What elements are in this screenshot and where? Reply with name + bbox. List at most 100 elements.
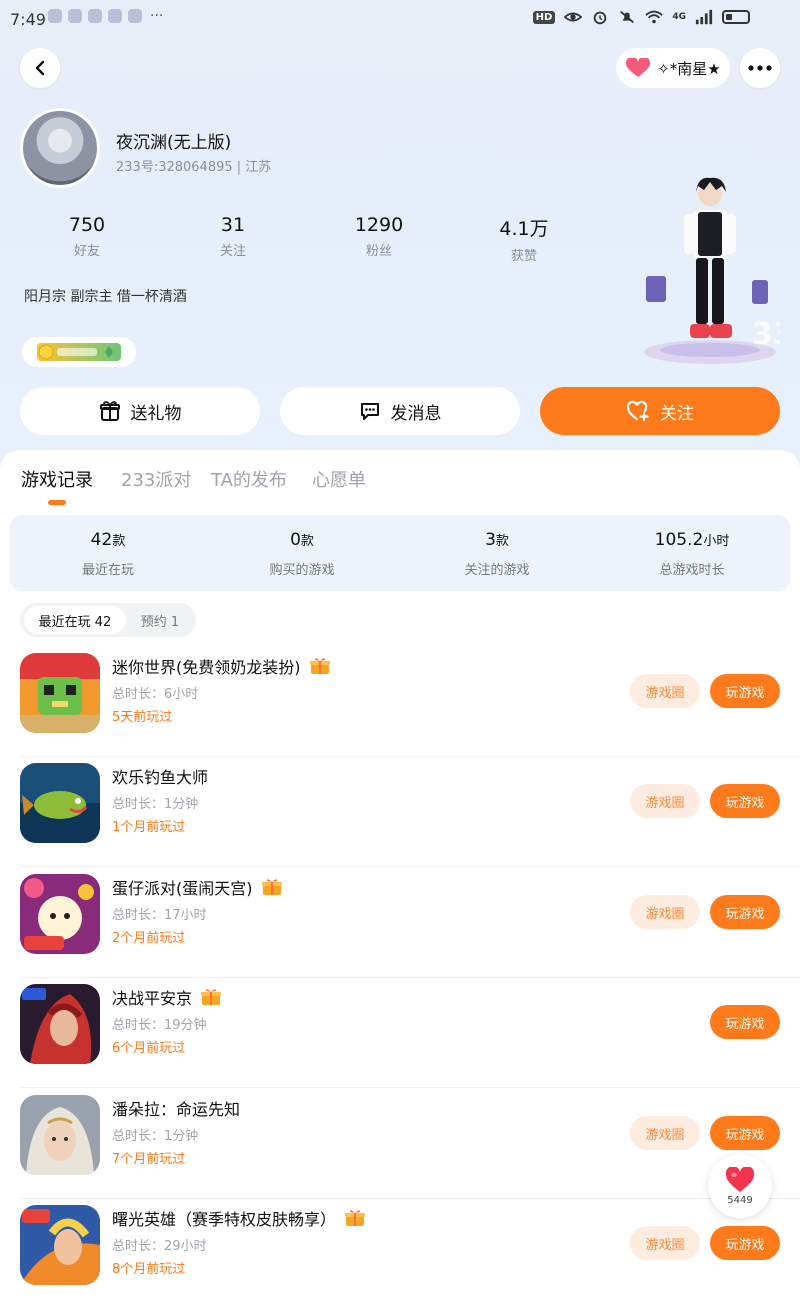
avatar-character-image: 33 (644, 177, 780, 364)
game-circle-button[interactable]: 游戏圈 (630, 674, 700, 708)
stat-label: 获赞 (510, 249, 537, 264)
summary-value: 105.2 (654, 530, 704, 550)
alarm-icon (594, 11, 607, 25)
stat-value: 1290 (354, 214, 404, 236)
game-list-item[interactable]: 决战平安京 总时长：19分钟 6个月前玩过 玩游戏 (0, 978, 800, 1088)
summary-label: 最近在玩 (81, 563, 134, 578)
summary-value: 3 (485, 530, 496, 550)
summary-label: 购买的游戏 (269, 563, 335, 578)
bio: 阳月宗 副宗主 借一杯清酒 (24, 289, 187, 305)
game-list-item[interactable]: 潘朵拉：命运先知 总时长：1分钟 7个月前玩过 游戏圈 玩游戏 (0, 1089, 800, 1199)
chat-icon (360, 403, 379, 420)
stat-label: 好友 (73, 244, 100, 259)
game-duration: 总时长：19分钟 (112, 1018, 207, 1033)
play-game-button[interactable]: 玩游戏 (710, 1226, 780, 1260)
play-game-button[interactable]: 玩游戏 (710, 1005, 780, 1039)
summary-playtime[interactable]: 105.2小时 总游戏时长 (602, 530, 782, 578)
tab-ta-posts[interactable]: TA的发布 (211, 466, 287, 492)
badge-icon (37, 343, 121, 361)
status-time: 7:49 (10, 10, 46, 29)
like-count: 5449 (727, 1194, 753, 1206)
game-name-row: 曙光英雄（赛季特权皮肤畅享） (112, 1206, 366, 1230)
achievement-badge[interactable] (22, 337, 136, 367)
stat-value: 750 (68, 214, 106, 236)
stat-following[interactable]: 31 关注 (188, 214, 278, 259)
summary-unit: 款 (300, 534, 314, 549)
filter-recent-playing[interactable]: 最近在玩 42 (24, 606, 126, 634)
game-circle-button[interactable]: 游戏圈 (630, 895, 700, 929)
game-duration: 总时长：1分钟 (112, 1129, 199, 1144)
hd-icon: HD (532, 10, 556, 24)
game-list-item[interactable]: 曙光英雄（赛季特权皮肤畅享） 总时长：29小时 8个月前玩过 游戏圈 玩游戏 (0, 1199, 800, 1309)
game-name-row: 潘朵拉：命运先知 (112, 1096, 240, 1120)
tab-indicator (48, 500, 66, 505)
game-icon-dawn-heroes (20, 1205, 100, 1285)
game-list-item[interactable]: 蛋仔派对(蛋闹天宫) 总时长：17小时 2个月前玩过 游戏圈 玩游戏 (0, 868, 800, 978)
status-bar: 7:49 ··· HD 4G (0, 0, 800, 40)
back-button[interactable] (20, 48, 60, 88)
divider (20, 866, 800, 867)
signal-icon (695, 9, 713, 25)
send-gift-label: 送礼物 (130, 403, 182, 424)
play-game-button[interactable]: 玩游戏 (710, 784, 780, 818)
eye-icon (564, 12, 583, 22)
game-name: 曙光英雄（赛季特权皮肤畅享） (112, 1210, 337, 1229)
send-gift-button[interactable]: 送礼物 (20, 387, 260, 435)
more-dots-icon (748, 65, 772, 71)
stat-label: 粉丝 (365, 244, 392, 259)
game-list-item[interactable]: 迷你世界(免费领奶龙装扮) 总时长：6小时 5天前玩过 游戏圈 玩游戏 (0, 647, 800, 757)
tab-233-party[interactable]: 233派对 (121, 466, 191, 492)
filter-reserved[interactable]: 预约 1 (130, 606, 190, 634)
floating-like-button[interactable]: 5449 (708, 1154, 772, 1218)
system-icons: HD 4G (532, 9, 750, 25)
summary-unit: 款 (495, 534, 509, 549)
game-icon-pandora (20, 1095, 100, 1175)
summary-followed[interactable]: 3款 关注的游戏 (407, 530, 587, 578)
gift-badge-icon (201, 989, 222, 1005)
game-last-played: 2个月前玩过 (112, 931, 186, 946)
avatar[interactable] (20, 108, 100, 188)
game-circle-button[interactable]: 游戏圈 (630, 1226, 700, 1260)
notification-icon (88, 9, 102, 23)
game-name: 决战平安京 (112, 989, 193, 1008)
game-name-row: 决战平安京 (112, 985, 222, 1009)
play-game-button[interactable]: 玩游戏 (710, 674, 780, 708)
mute-icon (620, 10, 635, 24)
network-type: 4G (672, 12, 686, 22)
game-duration: 总时长：1分钟 (112, 797, 199, 812)
play-game-button[interactable]: 玩游戏 (710, 1116, 780, 1150)
tab-wishlist[interactable]: 心愿单 (312, 466, 366, 492)
tab-game-records[interactable]: 游戏记录 (21, 466, 93, 492)
stat-fans[interactable]: 1290 粉丝 (334, 214, 424, 259)
game-list-item[interactable]: 欢乐钓鱼大师 总时长：1分钟 1个月前玩过 游戏圈 玩游戏 (0, 757, 800, 867)
gift-badge-icon (309, 658, 330, 674)
game-last-played: 5天前玩过 (112, 710, 173, 725)
stat-label: 关注 (219, 244, 246, 259)
game-last-played: 1个月前玩过 (112, 820, 186, 835)
more-button[interactable] (740, 48, 780, 88)
send-message-button[interactable]: 发消息 (280, 387, 520, 435)
game-circle-button[interactable]: 游戏圈 (630, 1116, 700, 1150)
play-game-button[interactable]: 玩游戏 (710, 895, 780, 929)
user-name: 夜沉渊(无上版) (116, 133, 232, 153)
summary-value: 0 (290, 530, 301, 550)
game-name: 迷你世界(免费领奶龙装扮) (112, 658, 301, 677)
notification-icons: ··· (48, 8, 163, 24)
stat-friends[interactable]: 750 好友 (42, 214, 132, 259)
game-last-played: 7个月前玩过 (112, 1152, 186, 1167)
summary-label: 总游戏时长 (659, 563, 725, 578)
summary-unit: 款 (112, 534, 126, 549)
summary-recent[interactable]: 42款 最近在玩 (18, 530, 198, 578)
summary-purchased[interactable]: 0款 购买的游戏 (212, 530, 392, 578)
game-last-played: 6个月前玩过 (112, 1041, 186, 1056)
game-name: 蛋仔派对(蛋闹天宫) (112, 879, 253, 898)
game-circle-button[interactable]: 游戏圈 (630, 784, 700, 818)
stat-likes[interactable]: 4.1万 获赞 (479, 214, 569, 264)
notification-icon (48, 9, 62, 23)
game-icon-mini-world (20, 653, 100, 733)
friend-pill[interactable]: ✧*南星★ (616, 48, 730, 88)
follow-button[interactable]: 关注 (540, 387, 780, 435)
send-message-label: 发消息 (390, 403, 442, 424)
divider (20, 1087, 800, 1088)
summary-label: 关注的游戏 (464, 563, 530, 578)
